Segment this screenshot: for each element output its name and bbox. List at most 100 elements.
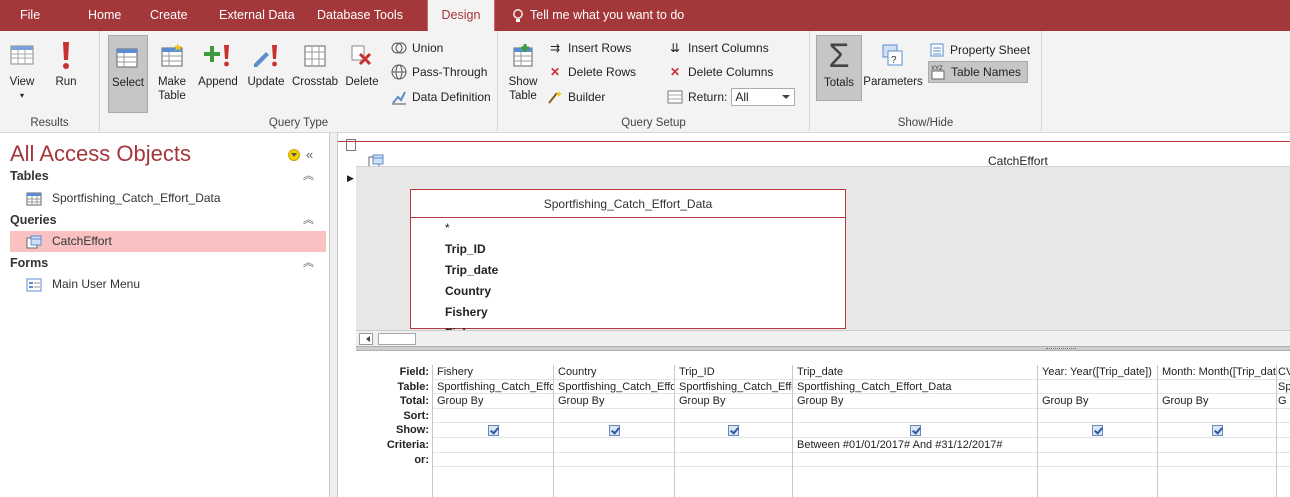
or-cell[interactable] [554, 453, 674, 468]
tab-design[interactable]: Design [427, 0, 495, 31]
criteria-cell[interactable] [1158, 438, 1276, 453]
data-definition-button[interactable]: Data Definition [390, 86, 491, 108]
parameters-button[interactable]: ? Parameters [862, 35, 924, 89]
field-cell[interactable]: Year: Year([Trip_date]) [1038, 365, 1157, 380]
sort-cell[interactable] [793, 409, 1037, 424]
sort-cell[interactable] [433, 409, 553, 424]
crosstab-button[interactable]: Crosstab [290, 35, 340, 89]
table-names-button[interactable]: XYZ Table Names [928, 61, 1029, 83]
view-button[interactable]: View ▾ [4, 35, 40, 103]
pass-through-button[interactable]: Pass-Through [390, 61, 487, 83]
total-cell[interactable]: G [1277, 394, 1290, 409]
sort-cell[interactable] [1158, 409, 1276, 424]
field-cell[interactable]: Country [554, 365, 674, 380]
return-dropdown[interactable]: All [731, 88, 796, 106]
field-list-title[interactable]: Sportfishing_Catch_Effort_Data [411, 190, 845, 218]
show-checkbox[interactable] [728, 424, 739, 436]
insert-columns-button[interactable]: ⇊ Insert Columns [666, 37, 769, 59]
insert-rows-button[interactable]: ⇉ Insert Rows [546, 37, 631, 59]
builder-button[interactable]: Builder [546, 86, 605, 108]
tab-home[interactable]: Home [78, 0, 131, 31]
append-button[interactable]: Append [196, 35, 240, 89]
delete-rows-button[interactable]: ✕ Delete Rows [546, 61, 636, 83]
field-cell[interactable]: CV [1277, 365, 1290, 380]
select-query-button[interactable]: Select [108, 35, 148, 113]
show-checkbox[interactable] [909, 424, 921, 436]
field-cell[interactable]: Fishery [433, 365, 553, 380]
show-checkbox[interactable] [608, 424, 620, 436]
horizontal-scrollbar[interactable] [356, 330, 1290, 346]
field-cell[interactable]: Month: Month([Trip_date]) [1158, 365, 1276, 380]
update-button[interactable]: Update [244, 35, 288, 89]
table-cell[interactable] [1038, 380, 1157, 395]
criteria-cell[interactable] [1038, 438, 1157, 453]
show-checkbox[interactable] [487, 424, 499, 436]
nav-section-forms[interactable]: Forms ︽ [10, 253, 320, 273]
total-cell[interactable]: Group By [793, 394, 1037, 409]
scroll-thumb[interactable] [378, 333, 416, 345]
criteria-cell[interactable] [675, 438, 792, 453]
union-button[interactable]: Union [390, 37, 443, 59]
table-cell[interactable]: Sportfishing_Catch_Effort_Data [675, 380, 792, 395]
show-checkbox[interactable] [1092, 424, 1103, 436]
or-cell[interactable] [433, 453, 553, 468]
field-cell[interactable]: Trip_ID [675, 365, 792, 380]
table-cell[interactable]: Sportfishing_Catch_Effort_Data [433, 380, 553, 395]
totals-button[interactable]: Σ Totals [816, 35, 862, 101]
nav-title[interactable]: All Access Objects [10, 141, 191, 167]
table-cell[interactable] [1158, 380, 1276, 395]
nav-item-query[interactable]: CatchEffort [10, 231, 326, 252]
or-cell[interactable] [1038, 453, 1157, 468]
tab-external-data[interactable]: External Data [209, 0, 305, 31]
table-cell[interactable]: Sp [1277, 380, 1290, 395]
criteria-cell[interactable] [433, 438, 553, 453]
tab-create[interactable]: Create [140, 0, 198, 31]
criteria-cell[interactable] [1277, 438, 1290, 453]
delete-columns-button[interactable]: ✕ Delete Columns [666, 61, 773, 83]
show-table-button[interactable]: Show Table [504, 35, 542, 103]
criteria-cell[interactable]: Between #01/01/2017# And #31/12/2017# [793, 438, 1037, 453]
tab-database-tools[interactable]: Database Tools [307, 0, 413, 31]
total-cell[interactable]: Group By [1038, 394, 1157, 409]
criteria-cell[interactable] [554, 438, 674, 453]
nav-section-tables[interactable]: Tables ︽ [10, 166, 320, 186]
show-checkbox[interactable] [1211, 424, 1223, 436]
field-cell[interactable]: Trip_date [793, 365, 1037, 380]
sort-cell[interactable] [554, 409, 674, 424]
field-list-item[interactable]: Trip_ID [411, 239, 845, 260]
tab-file[interactable]: File [10, 0, 50, 31]
total-cell[interactable]: Group By [433, 394, 553, 409]
total-cell[interactable]: Group By [1158, 394, 1276, 409]
run-button[interactable]: Run [46, 35, 86, 89]
table-cell[interactable]: Sportfishing_Catch_Effort_Data [793, 380, 1037, 395]
field-list-item[interactable]: Trip_date [411, 260, 845, 281]
make-table-button[interactable]: Make Table [154, 35, 190, 103]
collapse-pane-icon[interactable]: « [306, 147, 313, 162]
group-show-hide: Σ Totals ? Parameters Property Sheet XYZ… [810, 31, 1042, 131]
nav-item-table[interactable]: Sportfishing_Catch_Effort_Data [10, 188, 326, 209]
total-cell[interactable]: Group By [675, 394, 792, 409]
tell-me-box[interactable]: Tell me what you want to do [512, 0, 684, 31]
field-list[interactable]: Sportfishing_Catch_Effort_Data * Trip_ID… [410, 189, 846, 340]
sort-cell[interactable] [1038, 409, 1157, 424]
table-cell[interactable]: Sportfishing_Catch_Effort_Data [554, 380, 674, 395]
field-list-item[interactable]: * [411, 218, 845, 239]
nav-menu-dropdown-icon[interactable] [288, 148, 300, 161]
view-dropdown-icon[interactable]: ▾ [4, 89, 40, 103]
field-list-item[interactable]: Fishery [411, 302, 845, 323]
scroll-left-icon[interactable] [359, 333, 373, 345]
show-table-icon [513, 44, 533, 67]
total-cell[interactable]: Group By [554, 394, 674, 409]
property-sheet-button[interactable]: Property Sheet [928, 39, 1030, 61]
or-cell[interactable] [793, 453, 1037, 468]
nav-section-queries[interactable]: Queries ︽ [10, 210, 320, 230]
nav-item-form[interactable]: Main User Menu [10, 274, 326, 295]
or-cell[interactable] [675, 453, 792, 468]
delete-query-button[interactable]: Delete [342, 35, 382, 89]
sort-cell[interactable] [1277, 409, 1290, 424]
field-list-item[interactable]: Country [411, 281, 845, 302]
or-cell[interactable] [1277, 453, 1290, 468]
sort-cell[interactable] [675, 409, 792, 424]
pane-splitter[interactable] [330, 133, 338, 497]
or-cell[interactable] [1158, 453, 1276, 468]
